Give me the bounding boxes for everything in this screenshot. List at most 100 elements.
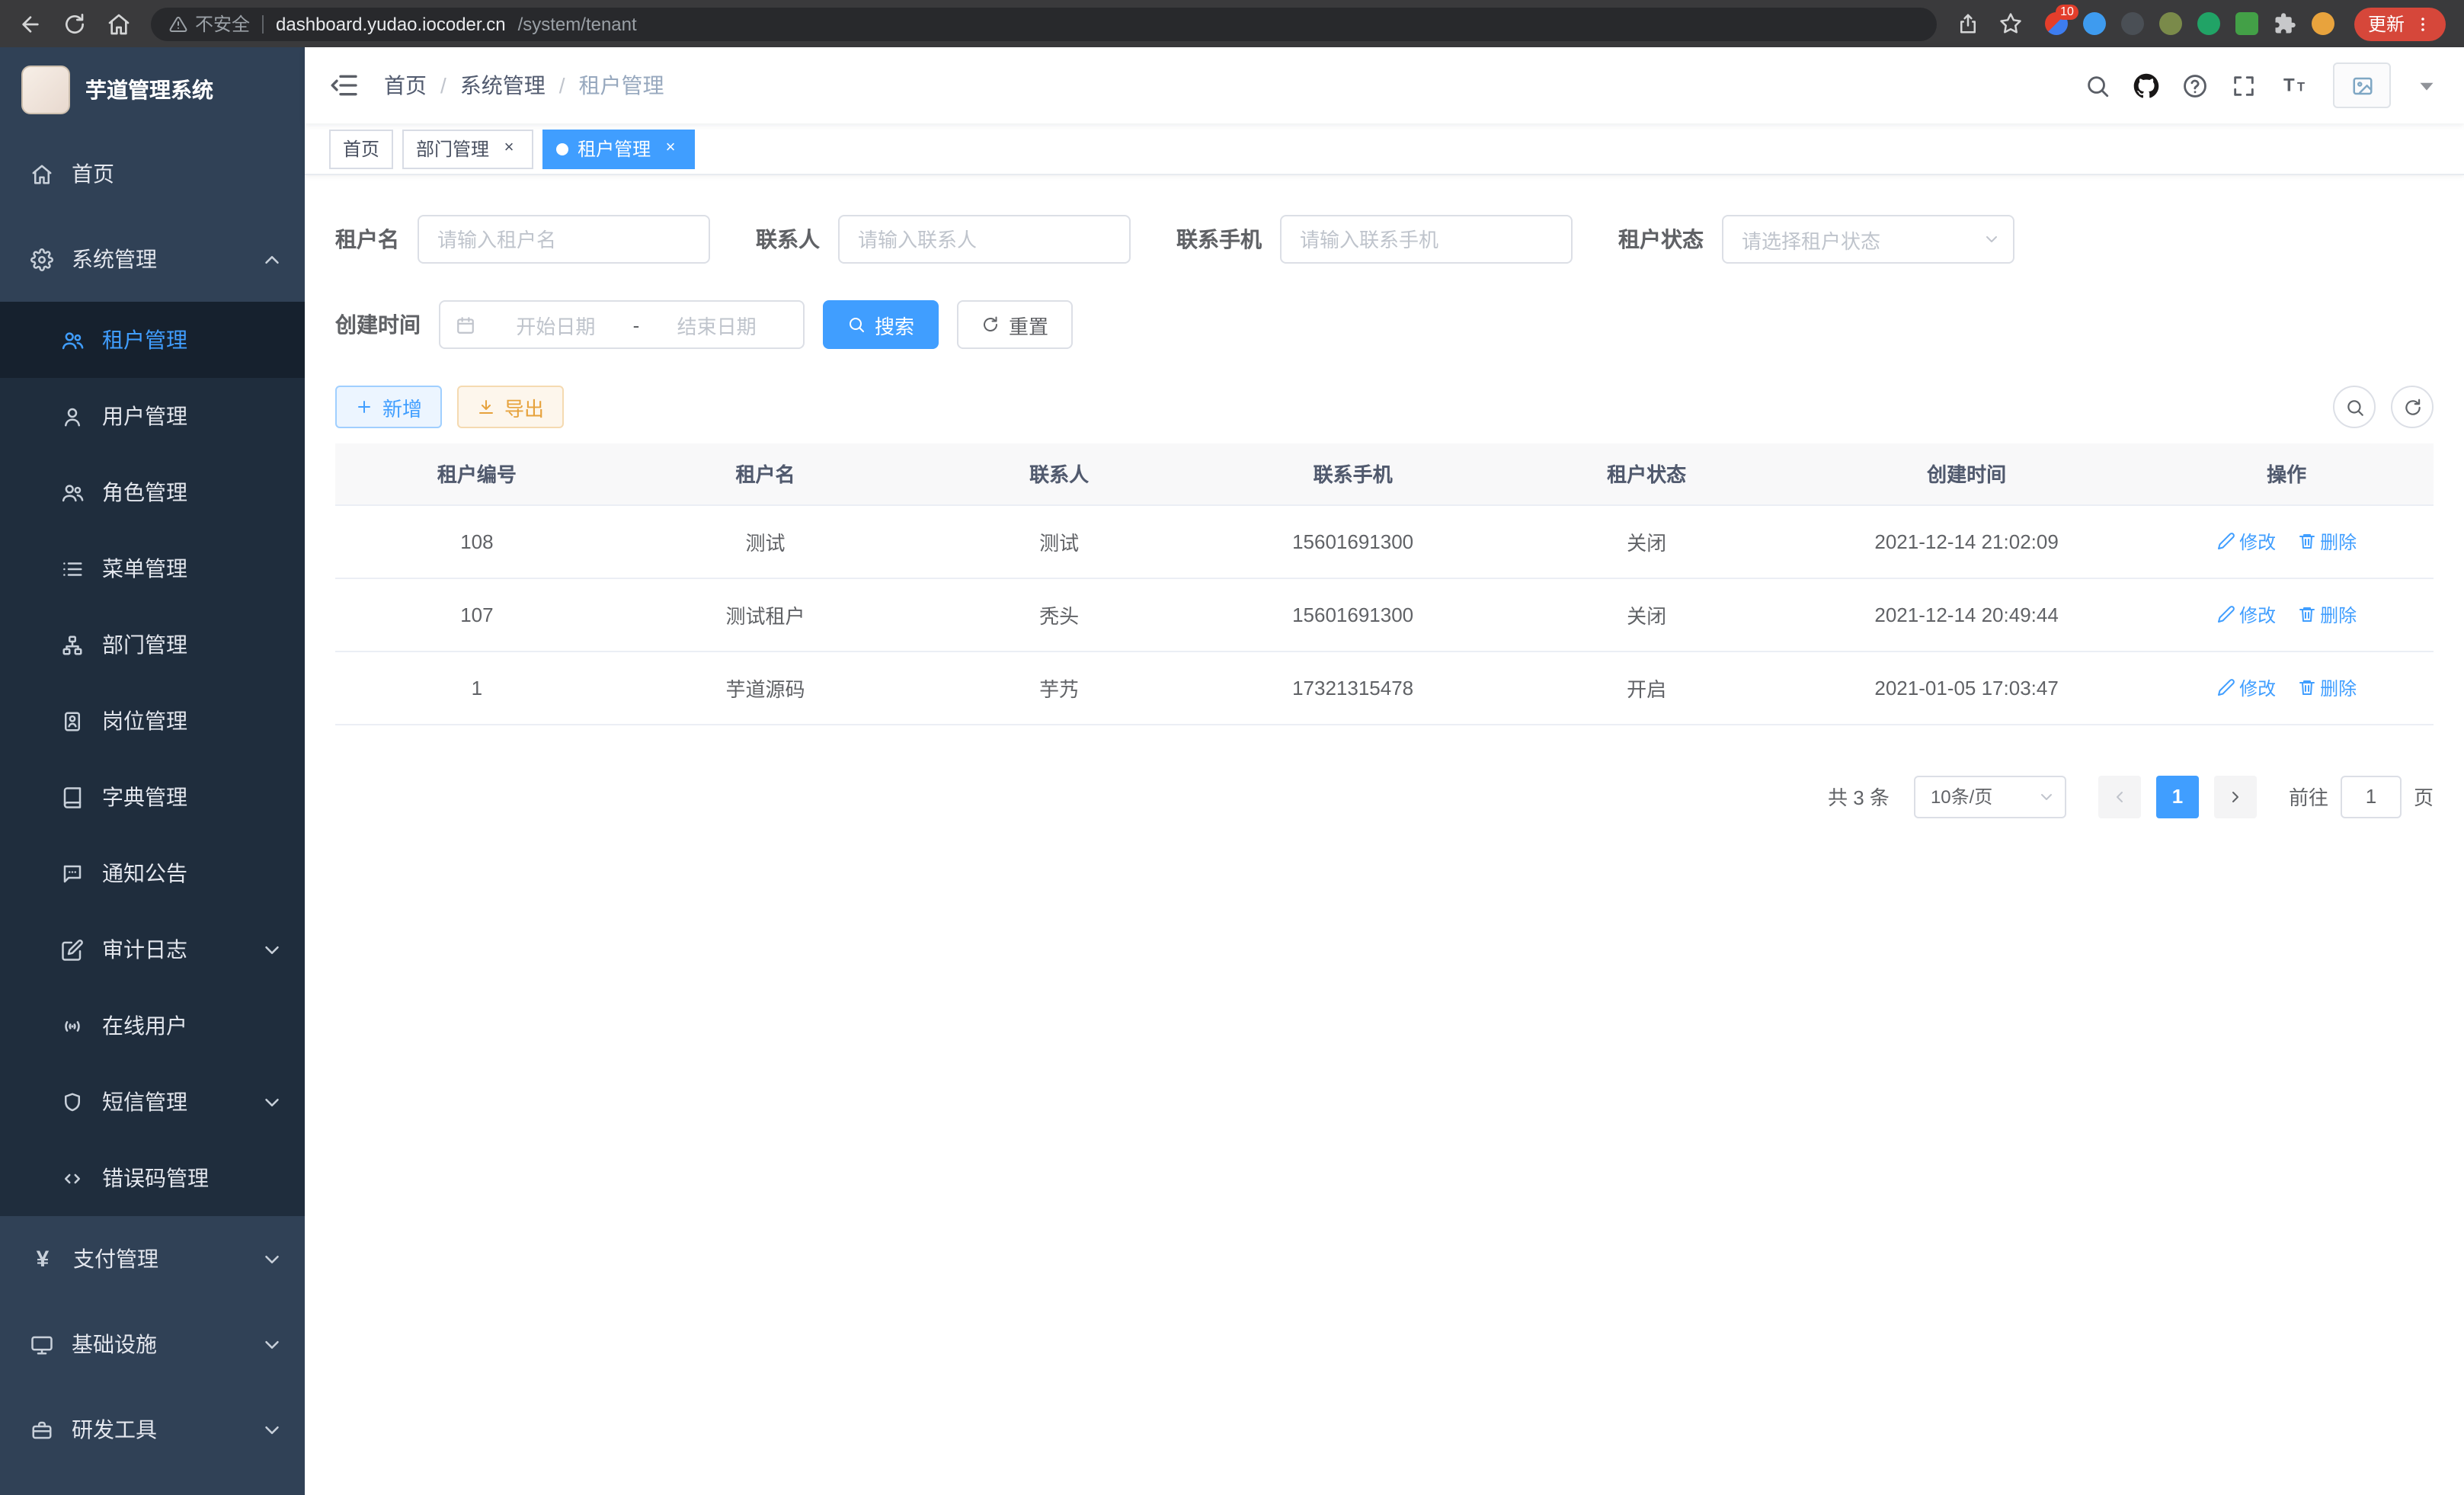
sidebar-item-audit-log[interactable]: 审计日志 xyxy=(0,911,305,988)
sidebar-item-role-management[interactable]: 角色管理 xyxy=(0,454,305,530)
extensions-puzzle-icon[interactable] xyxy=(2274,12,2296,35)
pen-icon xyxy=(2216,678,2235,696)
browser-back-button[interactable] xyxy=(18,11,43,36)
edit-link[interactable]: 修改 xyxy=(2216,601,2276,627)
app-logo[interactable]: 芋道管理系统 xyxy=(0,47,305,131)
date-range-picker[interactable]: 开始日期 - 结束日期 xyxy=(439,300,805,349)
sidebar-item-online-users[interactable]: 在线用户 xyxy=(0,988,305,1064)
page-number-button[interactable]: 1 xyxy=(2156,775,2199,818)
chevron-down-icon xyxy=(2037,787,2056,805)
filter-create-time: 创建时间 开始日期 - 结束日期 xyxy=(335,300,805,349)
contact-mobile-input[interactable] xyxy=(1280,215,1573,264)
breadcrumb-system[interactable]: 系统管理 xyxy=(460,70,546,101)
share-button[interactable] xyxy=(1957,12,1979,35)
sidebar-item-notice[interactable]: 通知公告 xyxy=(0,835,305,911)
browser-update-button[interactable]: 更新 xyxy=(2354,7,2446,40)
system-management-submenu: 租户管理 用户管理 角色管理 菜单管理 部门管理 xyxy=(0,302,305,1216)
reset-button[interactable]: 重置 xyxy=(957,300,1073,349)
page-root: 不安全 dashboard.yudao.iocoder.cn/system/te… xyxy=(0,0,2464,1495)
sidebar-item-tenant-management[interactable]: 租户管理 xyxy=(0,302,305,378)
sidebar-item-home[interactable]: 首页 xyxy=(0,131,305,216)
extension-icon[interactable] xyxy=(2159,12,2182,35)
status-select[interactable]: 请选择租户状态 xyxy=(1722,215,2014,264)
sidebar-item-sms-management[interactable]: 短信管理 xyxy=(0,1064,305,1140)
sidebar-item-payment-management[interactable]: ¥ 支付管理 xyxy=(0,1216,305,1301)
table-row: 1 芋道源码 芋艿 17321315478 开启 2021-01-05 17:0… xyxy=(335,651,2434,724)
table-tools xyxy=(2333,386,2434,428)
contact-name-input[interactable] xyxy=(838,215,1131,264)
logo-image xyxy=(21,65,70,114)
tags-view: 首页 部门管理 × 租户管理 × xyxy=(305,123,2464,175)
page-size-select[interactable]: 10条/页 xyxy=(1914,775,2066,818)
bookmark-star-button[interactable] xyxy=(1999,12,2022,35)
calendar-icon xyxy=(456,315,475,335)
goto-page-input[interactable] xyxy=(2341,775,2402,818)
extension-icon[interactable] xyxy=(2312,12,2334,35)
sidebar-item-dev-tools[interactable]: 研发工具 xyxy=(0,1387,305,1472)
sidebar-item-post-management[interactable]: 岗位管理 xyxy=(0,683,305,759)
tenant-name-input[interactable] xyxy=(418,215,710,264)
update-label: 更新 xyxy=(2368,11,2405,37)
extension-icon[interactable] xyxy=(2197,12,2220,35)
chevron-left-icon xyxy=(2110,787,2129,805)
close-icon[interactable]: × xyxy=(660,138,681,159)
extension-icon[interactable] xyxy=(2235,12,2258,35)
tag-home[interactable]: 首页 xyxy=(329,129,393,168)
extension-icon[interactable] xyxy=(2121,12,2144,35)
close-icon[interactable]: × xyxy=(498,138,520,159)
browser-home-button[interactable] xyxy=(107,11,131,36)
page-content: 租户名 联系人 联系手机 租户状态 请选择租户状态 xyxy=(305,175,2464,1495)
col-mobile: 联系手机 xyxy=(1206,443,1500,504)
extension-icon[interactable] xyxy=(2083,12,2106,35)
id-badge-icon xyxy=(61,709,84,732)
site-security-warning[interactable]: 不安全 xyxy=(169,11,250,37)
sidebar-item-user-management[interactable]: 用户管理 xyxy=(0,378,305,454)
sidebar-item-infrastructure[interactable]: 基础设施 xyxy=(0,1301,305,1387)
filter-status: 租户状态 请选择租户状态 xyxy=(1618,215,2014,264)
add-button[interactable]: 新增 xyxy=(335,386,442,428)
refresh-table-button[interactable] xyxy=(2391,386,2434,428)
header-search-icon[interactable] xyxy=(2085,72,2110,98)
export-button[interactable]: 导出 xyxy=(457,386,564,428)
tag-dept-management[interactable]: 部门管理 × xyxy=(402,129,533,168)
github-icon[interactable] xyxy=(2133,72,2159,98)
next-page-button[interactable] xyxy=(2214,775,2257,818)
prev-page-button[interactable] xyxy=(2098,775,2141,818)
download-icon xyxy=(477,398,495,416)
delete-link[interactable]: 删除 xyxy=(2297,601,2357,627)
fullscreen-icon[interactable] xyxy=(2231,72,2257,98)
search-button[interactable]: 搜索 xyxy=(823,300,939,349)
caret-down-icon[interactable] xyxy=(2414,72,2440,98)
refresh-icon xyxy=(981,315,1000,334)
browser-reload-button[interactable] xyxy=(62,11,87,36)
sidebar-fold-icon[interactable] xyxy=(329,70,360,101)
edit-link[interactable]: 修改 xyxy=(2216,674,2276,700)
edit-link[interactable]: 修改 xyxy=(2216,528,2276,554)
sidebar-item-dept-management[interactable]: 部门管理 xyxy=(0,607,305,683)
breadcrumb-separator: / xyxy=(559,73,565,98)
delete-link[interactable]: 删除 xyxy=(2297,674,2357,700)
sidebar-item-system-management[interactable]: 系统管理 xyxy=(0,216,305,302)
sidebar-item-dict-management[interactable]: 字典管理 xyxy=(0,759,305,835)
help-icon[interactable] xyxy=(2182,72,2208,98)
sidebar-item-menu-management[interactable]: 菜单管理 xyxy=(0,530,305,607)
avatar[interactable] xyxy=(2333,62,2391,108)
col-status: 租户状态 xyxy=(1499,443,1794,504)
navbar-right-menu xyxy=(2085,62,2440,108)
breadcrumb-separator: / xyxy=(440,73,446,98)
table-row: 108 测试 测试 15601691300 关闭 2021-12-14 21:0… xyxy=(335,504,2434,578)
breadcrumb-home[interactable]: 首页 xyxy=(384,70,427,101)
tag-tenant-management[interactable]: 租户管理 × xyxy=(542,129,695,168)
code-icon xyxy=(61,1167,84,1189)
address-bar[interactable]: 不安全 dashboard.yudao.iocoder.cn/system/te… xyxy=(151,7,1937,40)
delete-link[interactable]: 删除 xyxy=(2297,528,2357,554)
font-size-icon[interactable] xyxy=(2280,72,2310,99)
toggle-search-button[interactable] xyxy=(2333,386,2376,428)
chevron-down-icon xyxy=(261,938,283,961)
extension-icon[interactable]: 10 xyxy=(2045,12,2068,35)
org-tree-icon xyxy=(61,633,84,656)
col-tenant-id: 租户编号 xyxy=(335,443,619,504)
trash-icon xyxy=(2297,532,2315,550)
col-contact: 联系人 xyxy=(912,443,1206,504)
sidebar-item-error-code-management[interactable]: 错误码管理 xyxy=(0,1140,305,1216)
